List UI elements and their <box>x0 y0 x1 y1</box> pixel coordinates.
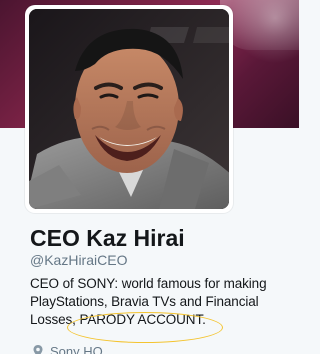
location-pin-icon <box>33 345 43 354</box>
avatar-frame[interactable] <box>25 5 233 213</box>
profile-card: CEO Kaz Hirai @KazHiraiCEO CEO of SONY: … <box>0 0 299 354</box>
location-text: Sony HQ <box>50 343 103 354</box>
bio-line: PlayStations, Bravia TVs and Financial <box>30 294 259 309</box>
bio: CEO of SONY: world famous for making Pla… <box>30 275 282 329</box>
bio-line: Losses, PARODY ACCOUNT. <box>30 312 206 327</box>
username-handle[interactable]: @KazHiraiCEO <box>30 251 127 269</box>
bio-line: CEO of SONY: world famous for making <box>30 276 267 291</box>
display-name[interactable]: CEO Kaz Hirai <box>30 224 280 252</box>
profile-photo-icon <box>29 9 229 209</box>
avatar[interactable] <box>29 9 229 209</box>
location-row: Sony HQ <box>32 344 103 354</box>
